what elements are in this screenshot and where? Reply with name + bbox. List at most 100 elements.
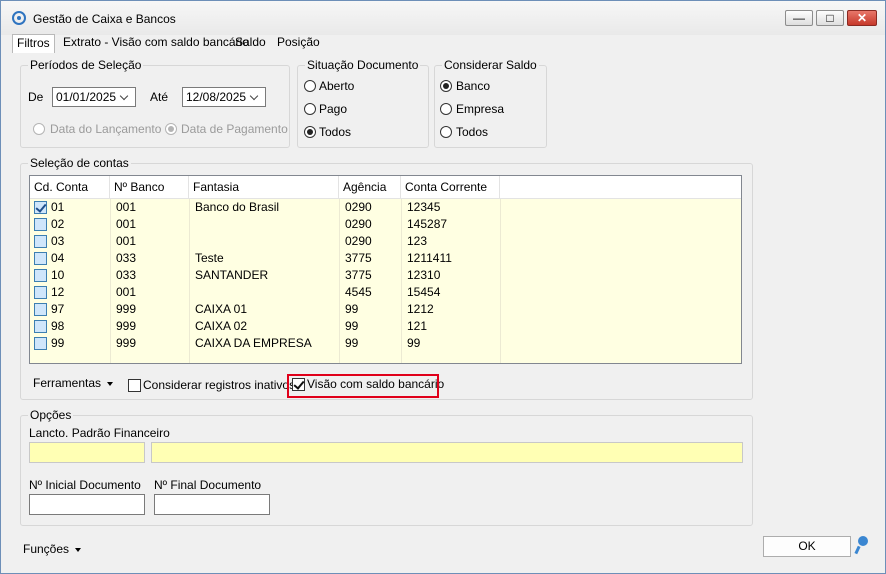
row-checkbox[interactable] bbox=[34, 337, 47, 350]
table-row[interactable]: 01 001 Banco do Brasil 0290 12345 bbox=[30, 199, 741, 216]
cell-n-banco: 033 bbox=[116, 268, 137, 282]
inativos-checkbox[interactable] bbox=[128, 379, 141, 392]
cell-fantasia: SANTANDER bbox=[195, 268, 269, 282]
empresa-label: Empresa bbox=[456, 102, 505, 116]
row-checkbox[interactable] bbox=[34, 201, 47, 214]
ok-button[interactable]: OK bbox=[763, 536, 851, 557]
final-documento-label: Nº Final Documento bbox=[154, 478, 262, 492]
data-inicial-value: 01/01/2025 bbox=[56, 90, 117, 104]
app-icon bbox=[12, 11, 26, 25]
ferramentas-menu[interactable]: Ferramentas bbox=[33, 376, 114, 390]
window-title: Gestão de Caixa e Bancos bbox=[33, 12, 176, 26]
todos-situacao-radio[interactable] bbox=[304, 126, 316, 138]
table-row[interactable]: 98 999 CAIXA 02 99 121 bbox=[30, 318, 741, 335]
contas-grid[interactable]: Cd. Conta Nº Banco Fantasia Agência Cont… bbox=[29, 175, 742, 364]
funcoes-label: Funções bbox=[23, 542, 70, 556]
table-row[interactable]: 97 999 CAIXA 01 99 1212 bbox=[30, 301, 741, 318]
data-final-combo[interactable]: 12/08/2025 bbox=[182, 87, 266, 107]
data-pagamento-radio[interactable] bbox=[165, 123, 177, 135]
todos-situacao-label: Todos bbox=[319, 125, 352, 139]
cell-conta-corrente: 121 bbox=[407, 319, 428, 333]
cell-agencia: 0290 bbox=[345, 234, 372, 248]
ferramentas-label: Ferramentas bbox=[33, 376, 102, 390]
row-checkbox[interactable] bbox=[34, 218, 47, 231]
todos-saldo-label: Todos bbox=[456, 125, 489, 139]
tab-saldo[interactable]: Saldo bbox=[231, 34, 270, 52]
close-button[interactable]: ✕ bbox=[847, 10, 877, 26]
final-documento-input[interactable] bbox=[154, 494, 270, 515]
cell-agencia: 99 bbox=[345, 302, 359, 316]
banco-label: Banco bbox=[456, 79, 491, 93]
inicial-documento-input[interactable] bbox=[29, 494, 145, 515]
inicial-documento-label: Nº Inicial Documento bbox=[29, 478, 141, 492]
pago-radio[interactable] bbox=[304, 103, 316, 115]
minimize-button[interactable]: — bbox=[785, 10, 813, 26]
chevron-down-icon[interactable] bbox=[119, 88, 131, 106]
cell-fantasia: Teste bbox=[195, 251, 224, 265]
cell-conta-corrente: 12310 bbox=[407, 268, 441, 282]
row-checkbox[interactable] bbox=[34, 286, 47, 299]
chevron-down-icon[interactable] bbox=[249, 88, 261, 106]
table-row[interactable]: 99 999 CAIXA DA EMPRESA 99 99 bbox=[30, 335, 741, 352]
cell-n-banco: 001 bbox=[116, 217, 137, 231]
title-bar: Gestão de Caixa e Bancos — □ ✕ bbox=[1, 1, 885, 35]
todos-saldo-radio[interactable] bbox=[440, 126, 452, 138]
empresa-radio[interactable] bbox=[440, 103, 452, 115]
cell-agencia: 99 bbox=[345, 319, 359, 333]
inativos-label: Considerar registros inativos bbox=[143, 378, 296, 392]
banco-radio[interactable] bbox=[440, 80, 452, 92]
cell-agencia: 0290 bbox=[345, 200, 372, 214]
table-row[interactable]: 04 033 Teste 3775 1211411 bbox=[30, 250, 741, 267]
cell-cd-conta: 98 bbox=[51, 319, 65, 333]
cell-cd-conta: 02 bbox=[51, 217, 65, 231]
table-row[interactable]: 03 001 0290 123 bbox=[30, 233, 741, 250]
cell-n-banco: 999 bbox=[116, 319, 137, 333]
tab-filtros[interactable]: Filtros bbox=[12, 34, 55, 53]
cell-fantasia: CAIXA 01 bbox=[195, 302, 248, 316]
row-checkbox[interactable] bbox=[34, 269, 47, 282]
aberto-radio[interactable] bbox=[304, 80, 316, 92]
col-agencia[interactable]: Agência bbox=[339, 176, 401, 198]
cell-conta-corrente: 123 bbox=[407, 234, 428, 248]
situacao-group: Situação Documento bbox=[297, 58, 429, 148]
cell-cd-conta: 97 bbox=[51, 302, 65, 316]
considerar-saldo-legend: Considerar Saldo bbox=[444, 58, 537, 72]
cell-n-banco: 999 bbox=[116, 336, 137, 350]
cell-conta-corrente: 12345 bbox=[407, 200, 441, 214]
col-cd-conta[interactable]: Cd. Conta bbox=[30, 176, 110, 198]
pago-label: Pago bbox=[319, 102, 348, 116]
cell-agencia: 3775 bbox=[345, 251, 372, 265]
row-checkbox[interactable] bbox=[34, 235, 47, 248]
data-inicial-combo[interactable]: 01/01/2025 bbox=[52, 87, 136, 107]
cell-fantasia: CAIXA DA EMPRESA bbox=[195, 336, 312, 350]
periodos-legend: Períodos de Seleção bbox=[30, 58, 142, 72]
col-fantasia[interactable]: Fantasia bbox=[189, 176, 339, 198]
ate-label: Até bbox=[150, 90, 169, 104]
cell-conta-corrente: 145287 bbox=[407, 217, 448, 231]
cell-cd-conta: 01 bbox=[51, 200, 65, 214]
maximize-button[interactable]: □ bbox=[816, 10, 844, 26]
cell-conta-corrente: 1211411 bbox=[407, 251, 452, 265]
de-label: De bbox=[28, 90, 44, 104]
col-n-banco[interactable]: Nº Banco bbox=[110, 176, 189, 198]
cell-n-banco: 001 bbox=[116, 234, 137, 248]
cell-agencia: 3775 bbox=[345, 268, 372, 282]
data-lancamento-radio[interactable] bbox=[33, 123, 45, 135]
table-row[interactable]: 12 001 4545 15454 bbox=[30, 284, 741, 301]
tab-extrato[interactable]: Extrato - Visão com saldo bancário bbox=[59, 34, 253, 52]
lancto-code-input[interactable] bbox=[29, 442, 145, 463]
table-row[interactable]: 02 001 0290 145287 bbox=[30, 216, 741, 233]
col-conta-corrente[interactable]: Conta Corrente bbox=[401, 176, 500, 198]
help-pin-icon[interactable] bbox=[858, 536, 868, 546]
cell-conta-corrente: 15454 bbox=[407, 285, 441, 299]
funcoes-menu[interactable]: Funções bbox=[23, 542, 82, 556]
grid-header: Cd. Conta Nº Banco Fantasia Agência Cont… bbox=[30, 176, 741, 199]
row-checkbox[interactable] bbox=[34, 303, 47, 316]
lancto-desc-input[interactable] bbox=[151, 442, 743, 463]
table-row[interactable]: 10 033 SANTANDER 3775 12310 bbox=[30, 267, 741, 284]
row-checkbox[interactable] bbox=[34, 252, 47, 265]
tab-posicao[interactable]: Posição bbox=[273, 34, 324, 52]
cell-n-banco: 001 bbox=[116, 200, 137, 214]
row-checkbox[interactable] bbox=[34, 320, 47, 333]
cell-conta-corrente: 99 bbox=[407, 336, 421, 350]
